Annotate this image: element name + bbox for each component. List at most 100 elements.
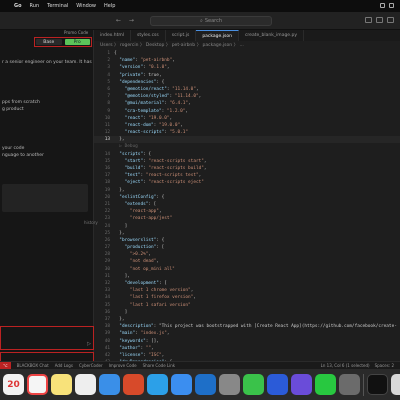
preview-icon[interactable] <box>339 374 360 395</box>
code-line[interactable]: 19 }, <box>94 187 400 194</box>
code-line[interactable]: 10 "react": "19.0.0", <box>94 115 400 122</box>
code-line[interactable]: 9 "cra-template": "1.2.0", <box>94 108 400 115</box>
code-line[interactable]: 15 "start": "react-scripts start", <box>94 158 400 165</box>
status-item[interactable]: Improve Code <box>109 363 137 368</box>
base-button[interactable]: Base <box>36 39 62 45</box>
downloads-folder-icon[interactable] <box>391 374 400 395</box>
code-line[interactable]: 26 "browserslist": { <box>94 237 400 244</box>
command-search[interactable]: ⌕ Search <box>150 16 272 26</box>
code-line[interactable]: 21 "extends": [ <box>94 201 400 208</box>
messages-icon[interactable] <box>243 374 264 395</box>
promo-code-link[interactable]: Promo Code <box>64 30 88 35</box>
capcut-icon[interactable] <box>367 374 388 395</box>
code-line[interactable]: 18 "eject": "react-scripts eject" <box>94 179 400 186</box>
code-line[interactable]: 34 "last 1 firefox version", <box>94 294 400 301</box>
reminders-icon[interactable] <box>27 374 48 395</box>
line-number: 1 <box>107 51 110 56</box>
code-line[interactable]: 30 "not op_mini all" <box>94 266 400 273</box>
tab-create-blank-image-py[interactable]: create_blank_image.py <box>239 30 305 41</box>
tab-script-js[interactable]: script.js <box>166 30 197 41</box>
code-editor[interactable]: 1{2 "name": "pet-airbnb", 3 "version": "0… <box>94 50 400 361</box>
code-line[interactable]: 2 "name": "pet-airbnb", <box>94 57 400 64</box>
code-line[interactable]: 22 "react-app", <box>94 208 400 215</box>
code-line[interactable]: 33 "last 1 chrome version", <box>94 287 400 294</box>
status-item[interactable]: Ln 13, Col 6 (1 selected) <box>321 363 370 368</box>
breadcrumb[interactable]: Users 〉 rogercin 〉 Desktop 〉 pet-airbnb … <box>100 41 244 49</box>
status-item[interactable]: Add Logs <box>55 363 73 368</box>
status-item[interactable]: Share Code Link <box>143 363 176 368</box>
freeform-icon[interactable] <box>75 374 96 395</box>
code-line[interactable]: 20 "eslintConfig": { <box>94 194 400 201</box>
wifi-icon[interactable] <box>380 3 385 8</box>
code-line[interactable]: 13 }, <box>94 136 400 144</box>
code-line[interactable]: 25 }, <box>94 230 400 237</box>
code-line[interactable]: 7 "@emotion/styled": "11.14.0", <box>94 93 400 100</box>
code-line[interactable]: 1{ <box>94 50 400 57</box>
tab-index-html[interactable]: index.html <box>94 30 131 41</box>
tab-styles-css[interactable]: styles.css <box>131 30 166 41</box>
status-left: BLACKBOX Chat Add Logs CyberCoder Improve C… <box>17 363 176 368</box>
vscode-icon[interactable] <box>195 374 216 395</box>
code-line[interactable]: 12 "react-scripts": "5.0.1" <box>94 129 400 136</box>
keynote-icon[interactable] <box>171 374 192 395</box>
toggle-sidebar-icon[interactable] <box>376 17 383 23</box>
code-line[interactable]: 3 "version": "0.1.0", <box>94 64 400 71</box>
send-icon[interactable]: ▷ <box>87 341 91 347</box>
status-item[interactable]: Spaces: 2 <box>375 363 394 368</box>
code-line[interactable]: 23 "react-app/jest" <box>94 215 400 222</box>
line-number: 40 <box>104 338 110 344</box>
app-store-icon[interactable] <box>147 374 168 395</box>
status-item[interactable]: CyberCoder <box>79 363 103 368</box>
code-line[interactable]: 6 "@emotion/react": "11.14.0", <box>94 86 400 93</box>
code-line[interactable]: 11 "react-dom": "19.0.0", <box>94 122 400 129</box>
code-line[interactable]: 36 ] <box>94 309 400 316</box>
menu-run[interactable]: Run <box>30 3 40 9</box>
title-bar: ← → ⌕ Search <box>0 12 400 30</box>
chat-input[interactable]: ▷ <box>0 326 94 350</box>
code-line[interactable]: 42 "license": "ISC", <box>94 352 400 359</box>
menu-help[interactable]: Help <box>104 3 115 9</box>
calendar-icon[interactable]: 20 <box>3 374 24 395</box>
layout-icon[interactable] <box>387 17 394 23</box>
line-text: "author": "", <box>119 345 154 351</box>
line-text: "name": "pet-airbnb", <box>119 58 175 64</box>
code-line[interactable]: 4 "private": true, <box>94 72 400 79</box>
code-line[interactable]: 14 "scripts": { <box>94 151 400 158</box>
pro-button[interactable]: Pro <box>64 39 90 45</box>
code-line[interactable]: 16 "build": "react-scripts build", <box>94 165 400 172</box>
whatsapp-icon[interactable] <box>315 374 336 395</box>
brave-browser-icon[interactable] <box>123 374 144 395</box>
finder-icon[interactable] <box>99 374 120 395</box>
line-number: 19 <box>104 187 110 193</box>
toggle-panel-icon[interactable] <box>365 17 372 23</box>
menu-terminal[interactable]: Terminal <box>47 3 68 9</box>
safari-icon[interactable] <box>267 374 288 395</box>
line-text: "last 1 safari version" <box>129 302 191 308</box>
code-line[interactable]: 27 "production": [ <box>94 244 400 251</box>
code-line[interactable]: 31 ], <box>94 273 400 280</box>
code-line[interactable]: 28 ">0.2%", <box>94 251 400 258</box>
tab-package-json[interactable]: package.json <box>196 30 239 41</box>
code-line[interactable]: 8 "@mui/material": "6.4.1", <box>94 100 400 107</box>
system-settings-icon[interactable] <box>219 374 240 395</box>
code-line[interactable]: 38 "description": "This project was boot… <box>94 323 400 330</box>
code-line[interactable]: 35 "last 1 safari version" <box>94 302 400 309</box>
code-line[interactable]: 32 "development": [ <box>94 280 400 287</box>
code-line[interactable]: 37 }, <box>94 316 400 323</box>
code-line[interactable]: 24 ] <box>94 223 400 230</box>
codelens-hint[interactable]: ▷ Debug <box>94 143 400 150</box>
code-line[interactable]: 40 "keywords": [], <box>94 338 400 345</box>
code-line[interactable]: 5 "dependencies": { <box>94 79 400 86</box>
menu-go[interactable]: Go <box>14 3 22 9</box>
notes-icon[interactable] <box>51 374 72 395</box>
line-number: 37 <box>104 316 110 322</box>
code-line[interactable]: 39 "main": "index.js", <box>94 330 400 337</box>
status-item[interactable]: BLACKBOX Chat <box>17 363 49 368</box>
code-line[interactable]: 29 "not dead", <box>94 258 400 265</box>
menu-window[interactable]: Window <box>76 3 96 9</box>
nav-arrows-icon[interactable]: ← → <box>116 17 137 24</box>
battery-icon[interactable] <box>389 3 394 8</box>
code-line[interactable]: 41 "author": "", <box>94 345 400 352</box>
discord-icon[interactable] <box>291 374 312 395</box>
code-line[interactable]: 17 "test": "react-scripts test", <box>94 172 400 179</box>
